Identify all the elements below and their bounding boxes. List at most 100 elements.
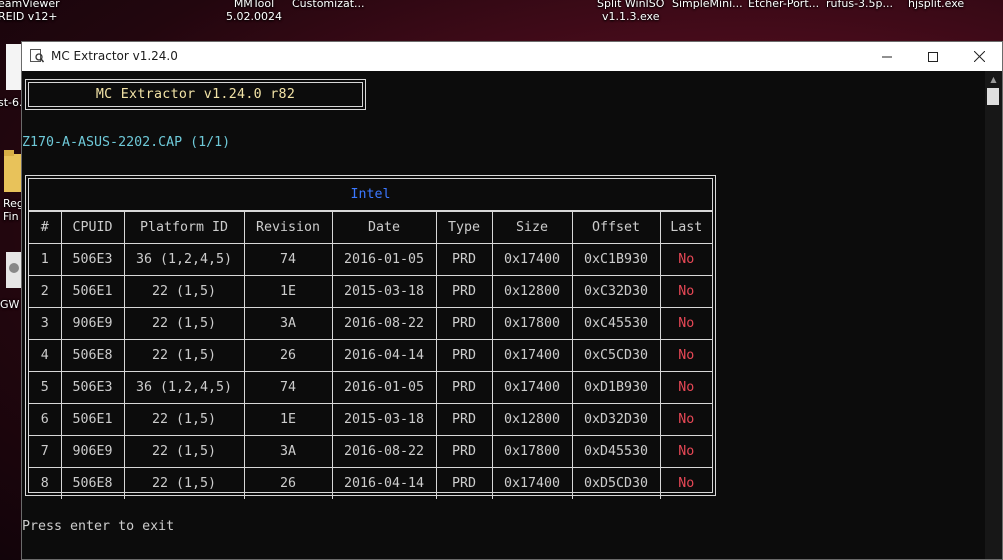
table-cell-type: PRD — [435, 339, 493, 372]
table-cell-cpuid: 506E3 — [60, 371, 125, 404]
window-title: MC Extractor v1.24.0 — [51, 49, 178, 63]
desktop-icon-hjsplit[interactable]: hjsplit.exe — [908, 0, 964, 10]
column-header: Last — [659, 211, 712, 244]
column-header: Type — [435, 211, 493, 244]
desktop-icon-label: Etcher-Port... — [748, 0, 820, 10]
table-row: 4 506E8 22 (1,5) 26 2016-04-14 PRD 0x17400 0xC5… — [29, 339, 712, 372]
desktop-icon-etcher[interactable]: Etcher-Port... — [748, 0, 819, 10]
table-cell-date: 2016-08-22 — [331, 307, 437, 340]
file-name-line: Z170-A-ASUS-2202.CAP (1/1) — [22, 135, 231, 150]
desktop-icon-label: SimpleMini... — [672, 0, 743, 10]
table-cell-revision: 74 — [243, 243, 333, 276]
desktop-icon-label: Split WinISO — [597, 0, 665, 10]
console-window[interactable]: MC Extractor v1.24.0 MC Extractor v1.24.… — [21, 41, 1003, 560]
table-cell-revision: 26 — [243, 339, 333, 372]
magnifier-app-icon — [30, 49, 44, 63]
desktop-icon-teamviewer[interactable]: eamViewer REID v12+ — [0, 0, 60, 23]
table-cell-cpuid: 906E9 — [60, 307, 125, 340]
console-output[interactable]: MC Extractor v1.24.0 r82 Z170-A-ASUS-220… — [22, 71, 985, 559]
table-cell-platform-id: 22 (1,5) — [123, 275, 245, 308]
column-header: # — [29, 211, 62, 244]
table-row: 2 506E1 22 (1,5) 1E 2015-03-18 PRD 0x12800 0xC3… — [29, 275, 712, 308]
column-header: Size — [491, 211, 573, 244]
table-cell-index: 1 — [29, 243, 62, 276]
table-cell-last: No — [659, 403, 712, 436]
desktop-icon-label: st-6. — [0, 96, 23, 109]
table-cell-cpuid: 506E3 — [60, 243, 125, 276]
minimize-icon — [882, 56, 892, 57]
table-cell-index: 4 — [29, 339, 62, 372]
exit-prompt: Press enter to exit — [22, 519, 175, 534]
vendor-header: Intel — [29, 179, 712, 211]
table-cell-offset: 0xC1B930 — [571, 243, 661, 276]
table-cell-platform-id: 36 (1,2,4,5) — [123, 371, 245, 404]
table-cell-platform-id: 22 (1,5) — [123, 307, 245, 340]
table-cell-type: PRD — [435, 403, 493, 436]
scrollbar-thumb[interactable] — [987, 88, 999, 105]
table-cell-platform-id: 22 (1,5) — [123, 435, 245, 468]
table-cell-type: PRD — [435, 467, 493, 499]
table-cell-type: PRD — [435, 275, 493, 308]
table-cell-last: No — [659, 243, 712, 276]
desktop-icon-label: Customizat... — [292, 0, 365, 10]
table-cell-type: PRD — [435, 435, 493, 468]
table-cell-index: 2 — [29, 275, 62, 308]
table-cell-revision: 26 — [243, 467, 333, 499]
table-cell-revision: 1E — [243, 275, 333, 308]
table-cell-last: No — [659, 467, 712, 499]
table-cell-index: 6 — [29, 403, 62, 436]
scroll-up-icon[interactable]: ▲ — [985, 71, 1002, 88]
banner-text: MC Extractor v1.24.0 r82 — [28, 82, 363, 107]
desktop-icon-label: rufus-3.5p... — [826, 0, 894, 10]
document-icon — [6, 44, 22, 90]
maximize-button[interactable] — [910, 42, 956, 71]
table-body: 1 506E3 36 (1,2,4,5) 74 2016-01-05 PRD 0x17400… — [29, 243, 712, 499]
desktop-icon-simplemini[interactable]: SimpleMini... — [672, 0, 743, 10]
desktop-icon-label: 5.02.0024 — [226, 10, 282, 23]
minimize-button[interactable] — [864, 42, 910, 71]
table-cell-cpuid: 506E8 — [60, 339, 125, 372]
maximize-icon — [928, 51, 938, 62]
desktop-icon-partial[interactable]: st-6. — [0, 96, 23, 109]
desktop-icon-split-winiso[interactable]: Split WinISO v1.1.3.exe — [597, 0, 664, 23]
table-cell-revision: 1E — [243, 403, 333, 436]
table-cell-cpuid: 506E8 — [60, 467, 125, 499]
desktop-icon-label: eamViewer — [0, 0, 60, 10]
title-bar[interactable]: MC Extractor v1.24.0 — [22, 42, 1002, 71]
table-cell-offset: 0xD45530 — [571, 435, 661, 468]
desktop-icon-mmtool[interactable]: MMTool 5.02.0024 — [226, 0, 282, 23]
table-cell-date: 2015-03-18 — [331, 275, 437, 308]
column-header: CPUID — [60, 211, 125, 244]
table-row: 1 506E3 36 (1,2,4,5) 74 2016-01-05 PRD 0x17400… — [29, 243, 712, 276]
table-cell-size: 0x12800 — [491, 275, 573, 308]
desktop-icon-rufus[interactable]: rufus-3.5p... — [826, 0, 893, 10]
table-row: 6 506E1 22 (1,5) 1E 2015-03-18 PRD 0x12800 0xD3… — [29, 403, 712, 436]
table-cell-date: 2016-08-22 — [331, 435, 437, 468]
table-cell-index: 3 — [29, 307, 62, 340]
table-cell-index: 8 — [29, 467, 62, 499]
table-cell-date: 2016-04-14 — [331, 339, 437, 372]
table-cell-revision: 3A — [243, 435, 333, 468]
table-cell-size: 0x17400 — [491, 243, 573, 276]
table-cell-size: 0x12800 — [491, 403, 573, 436]
table-cell-last: No — [659, 275, 712, 308]
desktop-icon-label: GW — [0, 298, 20, 311]
desktop-icon-customization[interactable]: Customizat... — [292, 0, 365, 10]
close-button[interactable] — [956, 42, 1002, 71]
table-cell-size: 0x17400 — [491, 371, 573, 404]
banner-box: MC Extractor v1.24.0 r82 — [25, 79, 366, 110]
table-row: 5 506E3 36 (1,2,4,5) 74 2016-01-05 PRD 0x17400… — [29, 371, 712, 404]
table-cell-type: PRD — [435, 307, 493, 340]
table-cell-last: No — [659, 307, 712, 340]
table-cell-offset: 0xD1B930 — [571, 371, 661, 404]
vertical-scrollbar[interactable]: ▲ — [985, 71, 1002, 559]
table-cell-platform-id: 22 (1,5) — [123, 339, 245, 372]
table-cell-offset: 0xD32D30 — [571, 403, 661, 436]
table-cell-index: 7 — [29, 435, 62, 468]
desktop-icon-gw[interactable]: GW — [0, 298, 19, 311]
column-header: Revision — [243, 211, 333, 244]
table-cell-date: 2016-01-05 — [331, 371, 437, 404]
table-cell-date: 2016-04-14 — [331, 467, 437, 499]
table-cell-size: 0x17800 — [491, 435, 573, 468]
column-header: Platform ID — [123, 211, 245, 244]
